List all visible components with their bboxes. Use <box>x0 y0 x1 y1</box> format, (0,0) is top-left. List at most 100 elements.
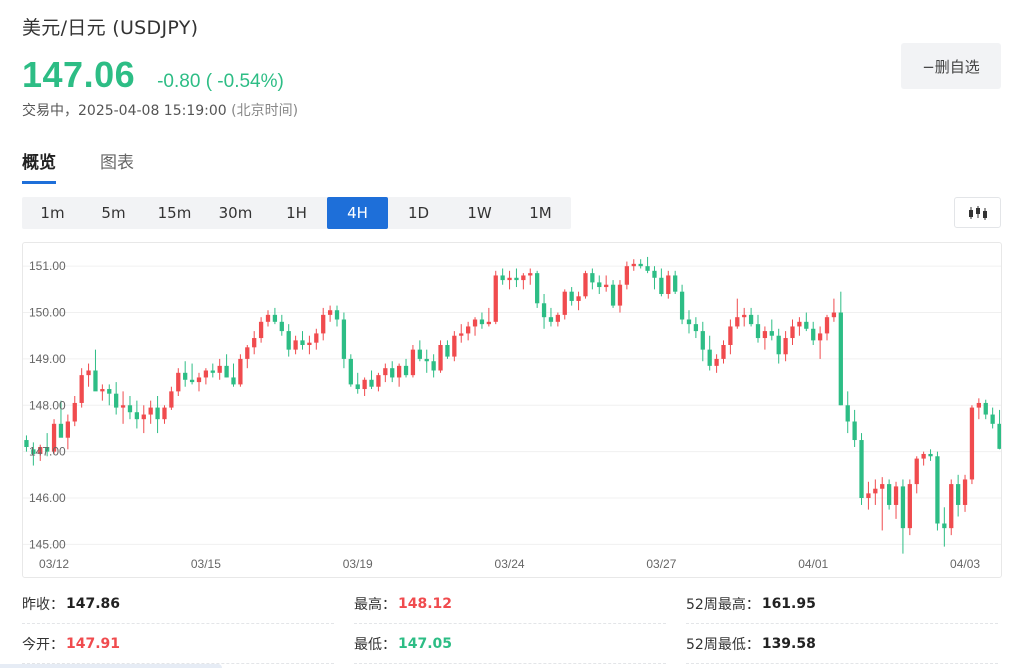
period-1d[interactable]: 1D <box>388 197 449 229</box>
y-tick-label: 149.00 <box>29 352 66 366</box>
stat-value: 147.91 <box>66 635 121 652</box>
candle <box>555 312 560 327</box>
candle <box>617 280 623 313</box>
candle <box>949 479 954 536</box>
candle <box>762 326 768 350</box>
period-1m[interactable]: 1m <box>22 197 83 229</box>
candle <box>238 354 243 387</box>
y-tick-label: 148.00 <box>29 398 66 412</box>
timezone-label: (北京时间) <box>231 103 299 119</box>
x-tick-label: 03/12 <box>39 557 69 571</box>
candle <box>797 317 802 336</box>
candlestick-chart: 151.00 150.00 149.00 148.00 147.00 146.00 145.… <box>23 256 1001 571</box>
candle <box>935 451 940 531</box>
candle <box>838 291 843 406</box>
candle <box>907 479 912 536</box>
candle <box>548 307 554 327</box>
tab-overview[interactable]: 概览 <box>22 148 56 184</box>
stats-row: 今开： 147.91 最低： 147.05 52周最低： 139.58 <box>22 624 1002 664</box>
candle <box>107 384 112 406</box>
candle <box>769 319 774 341</box>
candle <box>383 363 388 383</box>
stat-value: 139.58 <box>761 635 816 652</box>
main-tabs: 概览 图表 <box>22 148 178 184</box>
x-tick-label: 03/24 <box>495 557 525 571</box>
candle <box>755 314 761 343</box>
candle <box>893 481 899 519</box>
y-tick-label: 147.00 <box>29 445 66 459</box>
candle <box>459 324 464 343</box>
candle <box>24 435 29 452</box>
candle <box>438 340 443 373</box>
stat-open: 今开： 147.91 <box>22 624 334 664</box>
y-tick-label: 146.00 <box>29 491 66 505</box>
candle <box>721 340 726 364</box>
candle <box>86 363 91 387</box>
candle <box>334 305 340 327</box>
candle <box>141 405 146 434</box>
remove-favorite-button[interactable]: −删自选 <box>901 43 1001 89</box>
candle <box>169 386 174 410</box>
y-tick-label: 145.00 <box>29 537 66 551</box>
candle <box>817 326 823 359</box>
price-row: 147.06 -0.80 ( -0.54%) <box>22 54 284 96</box>
bottom-scroll-indicator <box>0 664 222 668</box>
period-4h[interactable]: 4H <box>327 197 388 229</box>
candle <box>576 291 581 311</box>
price-chart[interactable]: 151.00 150.00 149.00 148.00 147.00 146.00 145.… <box>22 242 1002 578</box>
period-5m[interactable]: 5m <box>83 197 144 229</box>
candle <box>72 396 77 427</box>
candle <box>686 310 692 334</box>
period-15m[interactable]: 15m <box>144 197 205 229</box>
candle <box>279 314 284 336</box>
candle <box>183 361 188 387</box>
candle <box>990 407 995 429</box>
period-1mo[interactable]: 1M <box>510 197 571 229</box>
chart-type-button[interactable] <box>954 197 1001 228</box>
candle <box>831 298 837 322</box>
period-30m[interactable]: 30m <box>205 197 266 229</box>
candle <box>728 319 733 355</box>
candle <box>466 321 471 341</box>
stat-value: 147.05 <box>398 635 453 652</box>
candle <box>790 319 795 345</box>
stat-value: 148.12 <box>398 595 453 612</box>
candle <box>714 354 719 373</box>
period-1w[interactable]: 1W <box>449 197 510 229</box>
candle <box>914 456 919 494</box>
candle <box>921 451 926 466</box>
candle <box>286 324 291 357</box>
candle <box>659 268 664 297</box>
candle <box>666 270 671 299</box>
candle <box>962 474 968 512</box>
candle <box>452 331 457 362</box>
candle <box>486 307 491 327</box>
candle <box>376 372 381 392</box>
candle <box>700 321 705 362</box>
candle <box>210 363 215 378</box>
candle <box>521 273 526 290</box>
candle <box>314 328 319 350</box>
candle <box>969 405 975 485</box>
status-text: 交易中，2025-04-08 15:19:00 <box>22 103 227 119</box>
candle <box>258 317 264 343</box>
trading-status: 交易中，2025-04-08 15:19:00 (北京时间) <box>22 100 298 120</box>
stat-52w-high: 52周最高： 161.95 <box>686 584 998 624</box>
candle <box>569 287 574 306</box>
candle <box>252 331 257 355</box>
candle <box>541 294 547 329</box>
period-1h[interactable]: 1H <box>266 197 327 229</box>
candle <box>293 335 298 355</box>
candle <box>679 284 685 325</box>
candle <box>155 396 160 434</box>
candle <box>880 477 885 531</box>
candle <box>203 368 209 385</box>
candle <box>528 268 533 285</box>
candle <box>114 382 119 415</box>
last-price: 147.06 <box>22 54 136 95</box>
candle <box>610 280 616 308</box>
candle <box>362 377 367 396</box>
candle <box>859 433 864 505</box>
candle <box>403 358 409 378</box>
tab-chart[interactable]: 图表 <box>100 148 134 184</box>
